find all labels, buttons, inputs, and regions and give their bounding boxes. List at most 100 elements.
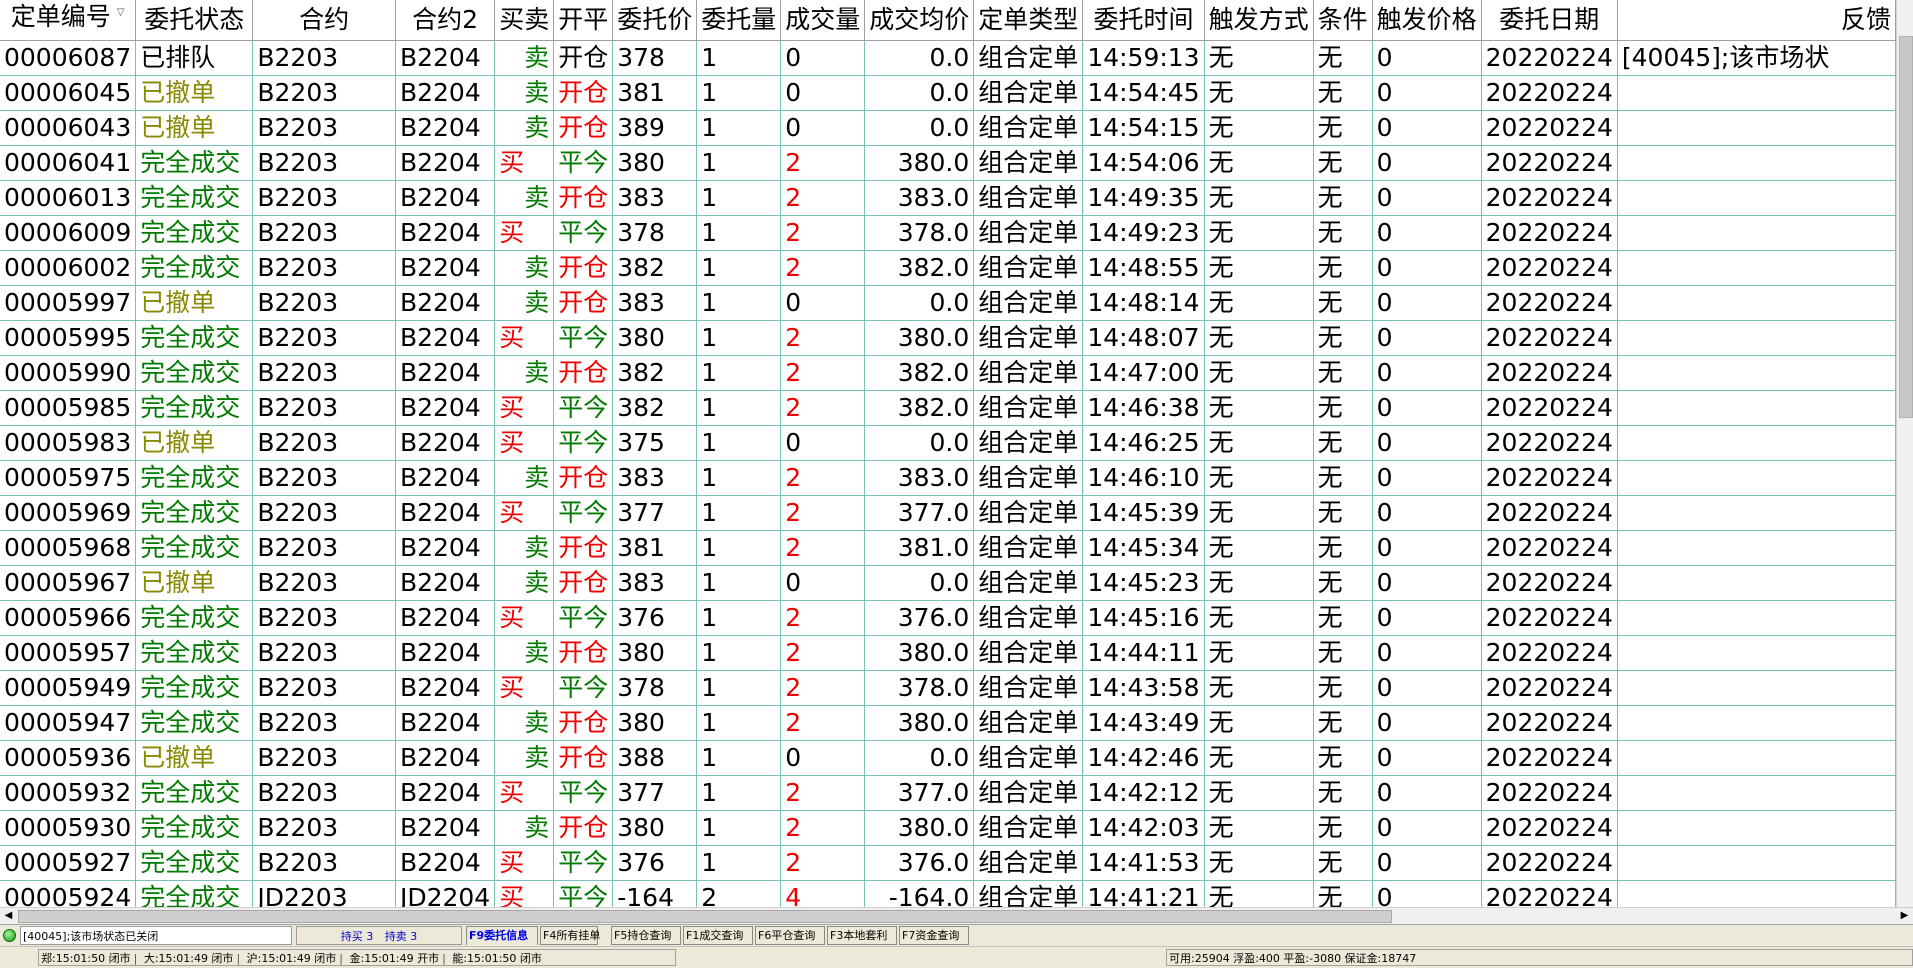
- col-header-avg-price[interactable]: 成交均价: [864, 0, 975, 41]
- tab-close-query[interactable]: F6平仓查询: [755, 926, 825, 945]
- horizontal-scrollbar[interactable]: ◀ ▶: [0, 907, 1913, 924]
- col-header-qty[interactable]: 委托量: [696, 0, 782, 41]
- cell-order-id: 00005967: [0, 565, 137, 601]
- cell-feedback: [1617, 75, 1896, 111]
- table-row[interactable]: 00006045 已撤单 B2203 B2204 卖开仓 381 1 0 0.0 组合定单 14:5…: [0, 75, 1896, 111]
- cell-order-type: 组合定单: [973, 670, 1084, 706]
- cell-feedback: [1617, 705, 1896, 741]
- vertical-scrollbar[interactable]: [1896, 0, 1913, 907]
- table-row[interactable]: 00005967 已撤单 B2203 B2204 卖开仓 383 1 0 0.0 组合定单 14:4…: [0, 565, 1896, 601]
- table-row[interactable]: 00005990 完全成交 B2203 B2204 卖开仓 382 1 2 382.0 组合定单 1…: [0, 355, 1896, 391]
- col-header-contract[interactable]: 合约: [252, 0, 396, 41]
- cell-side: 卖: [494, 75, 555, 111]
- cell-price: 376: [612, 845, 698, 881]
- col-header-filled[interactable]: 成交量: [780, 0, 866, 41]
- cell-price: 378: [612, 670, 698, 706]
- cell-open-close: 平今: [553, 600, 614, 636]
- tab-order-info[interactable]: F9委托信息: [466, 926, 538, 945]
- table-row[interactable]: 00005968 完全成交 B2203 B2204 卖开仓 381 1 2 381.0 组合定单 1…: [0, 530, 1896, 566]
- table-row[interactable]: 00005927 完全成交 B2203 B2204 买平今 376 1 2 376.0 组合定单 1…: [0, 845, 1896, 881]
- cell-condition: 无: [1313, 180, 1373, 216]
- table-row[interactable]: 00005997 已撤单 B2203 B2204 卖开仓 383 1 0 0.0 组合定单 14:4…: [0, 285, 1896, 321]
- table-row[interactable]: 00005975 完全成交 B2203 B2204 卖开仓 383 1 2 383.0 组合定单 1…: [0, 460, 1896, 496]
- cell-qty: 1: [696, 530, 782, 566]
- cell-avg-price: 380.0: [864, 810, 975, 846]
- col-header-order-type[interactable]: 定单类型: [973, 0, 1084, 41]
- cell-qty: 1: [696, 40, 782, 76]
- table-row[interactable]: 00006043 已撤单 B2203 B2204 卖开仓 389 1 0 0.0 组合定单 14:5…: [0, 110, 1896, 146]
- table-row[interactable]: 00005947 完全成交 B2203 B2204 卖开仓 380 1 2 380.0 组合定单 1…: [0, 705, 1896, 741]
- table-row[interactable]: 00005995 完全成交 B2203 B2204 买平今 380 1 2 380.0 组合定单 1…: [0, 320, 1896, 356]
- cell-open-close: 开仓: [553, 40, 614, 76]
- cell-status: 完全成交: [135, 180, 254, 216]
- col-header-side[interactable]: 买卖: [494, 0, 555, 41]
- col-header-feedback[interactable]: 反馈: [1617, 0, 1896, 41]
- tab-position-query[interactable]: F5持仓查询: [611, 926, 681, 945]
- cell-status: 已撤单: [135, 110, 254, 146]
- cell-status: 已排队: [135, 40, 254, 76]
- horizontal-scroll-thumb[interactable]: [18, 910, 1392, 923]
- cell-contract2: B2204: [395, 530, 496, 566]
- table-row[interactable]: 00005932 完全成交 B2203 B2204 买平今 377 1 2 377.0 组合定单 1…: [0, 775, 1896, 811]
- cell-trigger-price: 0: [1372, 635, 1482, 671]
- table-row[interactable]: 00005930 完全成交 B2203 B2204 卖开仓 380 1 2 380.0 组合定单 1…: [0, 810, 1896, 846]
- cell-contract: B2203: [252, 775, 396, 811]
- cell-condition: 无: [1313, 390, 1373, 426]
- col-header-label: 委托时间: [1093, 5, 1194, 34]
- cell-order-id: 00005995: [0, 320, 137, 356]
- table-row[interactable]: 00005949 完全成交 B2203 B2204 买平今 378 1 2 378.0 组合定单 1…: [0, 670, 1896, 706]
- cell-order-type: 组合定单: [973, 110, 1084, 146]
- cell-price: 389: [612, 110, 698, 146]
- col-header-order-time[interactable]: 委托时间: [1082, 0, 1205, 41]
- tab-funds-query[interactable]: F7资金查询: [899, 926, 969, 945]
- cell-price: -164: [612, 880, 698, 907]
- cell-avg-price: 377.0: [864, 495, 975, 531]
- col-header-trigger-price[interactable]: 触发价格: [1372, 0, 1482, 41]
- col-header-order-id[interactable]: 定单编号 ▽: [0, 0, 137, 41]
- col-header-order-date[interactable]: 委托日期: [1481, 0, 1618, 41]
- cell-trigger-price: 0: [1372, 320, 1482, 356]
- table-row[interactable]: 00005985 完全成交 B2203 B2204 买平今 382 1 2 382.0 组合定单 1…: [0, 390, 1896, 426]
- cell-order-time: 14:41:21: [1082, 880, 1205, 907]
- cell-status: 完全成交: [135, 600, 254, 636]
- cell-status: 完全成交: [135, 635, 254, 671]
- cell-open-close: 平今: [553, 320, 614, 356]
- table-row[interactable]: 00005957 完全成交 B2203 B2204 卖开仓 380 1 2 380.0 组合定单 1…: [0, 635, 1896, 671]
- table-row[interactable]: 00005936 已撤单 B2203 B2204 卖开仓 388 1 0 0.0 组合定单 14:4…: [0, 740, 1896, 776]
- cell-status: 完全成交: [135, 390, 254, 426]
- cell-order-date: 20220224: [1481, 250, 1618, 286]
- col-header-status[interactable]: 委托状态: [135, 0, 254, 41]
- table-row[interactable]: 00006009 完全成交 B2203 B2204 买平今 378 1 2 378.0 组合定单 1…: [0, 215, 1896, 251]
- cell-filled: 0: [780, 75, 866, 111]
- col-header-price[interactable]: 委托价: [612, 0, 698, 41]
- tab-local-arbitrage[interactable]: F3本地套利: [827, 926, 897, 945]
- vertical-scroll-thumb[interactable]: [1899, 36, 1913, 418]
- table-row[interactable]: 00006041 完全成交 B2203 B2204 买平今 380 1 2 380.0 组合定单 1…: [0, 145, 1896, 181]
- table-row[interactable]: 00005969 完全成交 B2203 B2204 买平今 377 1 2 377.0 组合定单 1…: [0, 495, 1896, 531]
- table-row[interactable]: 00006087 已排队 B2203 B2204 卖开仓 378 1 0 0.0 组合定单 14:5…: [0, 40, 1896, 76]
- cell-status: 已撤单: [135, 75, 254, 111]
- cell-order-date: 20220224: [1481, 40, 1618, 76]
- col-header-condition[interactable]: 条件: [1313, 0, 1373, 41]
- scroll-left-icon[interactable]: ◀: [0, 908, 17, 924]
- table-row[interactable]: 00006013 完全成交 B2203 B2204 卖开仓 383 1 2 383.0 组合定单 1…: [0, 180, 1896, 216]
- table-row[interactable]: 00005966 完全成交 B2203 B2204 买平今 376 1 2 376.0 组合定单 1…: [0, 600, 1896, 636]
- cell-avg-price: 382.0: [864, 390, 975, 426]
- col-header-open-close[interactable]: 开平: [553, 0, 614, 41]
- cell-trigger-mode: 无: [1204, 285, 1314, 321]
- col-header-trigger-mode[interactable]: 触发方式: [1204, 0, 1314, 41]
- table-row[interactable]: 00005924 完全成交 JD2203 JD2204 买平今 -164 2 4 -164.0 组…: [0, 880, 1896, 907]
- cell-contract2: B2204: [395, 425, 496, 461]
- tab-all-pending[interactable]: F4所有挂单: [540, 926, 600, 945]
- account-summary: 可用:25904 浮盈:400 平盈:-3080 保证金:18747: [1166, 949, 1913, 966]
- tab-trade-query[interactable]: F1成交查询: [683, 926, 753, 945]
- cell-order-type: 组合定单: [973, 495, 1084, 531]
- table-row[interactable]: 00006002 完全成交 B2203 B2204 卖开仓 382 1 2 382.0 组合定单 1…: [0, 250, 1896, 286]
- col-header-contract2[interactable]: 合约2: [395, 0, 496, 41]
- scroll-right-icon[interactable]: ▶: [1896, 908, 1913, 924]
- cell-side: 买: [494, 880, 555, 907]
- cell-contract: B2203: [252, 705, 396, 741]
- table-row[interactable]: 00005983 已撤单 B2203 B2204 买平今 375 1 0 0.0 组合定单 14:4…: [0, 425, 1896, 461]
- cell-price: 383: [612, 180, 698, 216]
- cell-order-type: 组合定单: [973, 180, 1084, 216]
